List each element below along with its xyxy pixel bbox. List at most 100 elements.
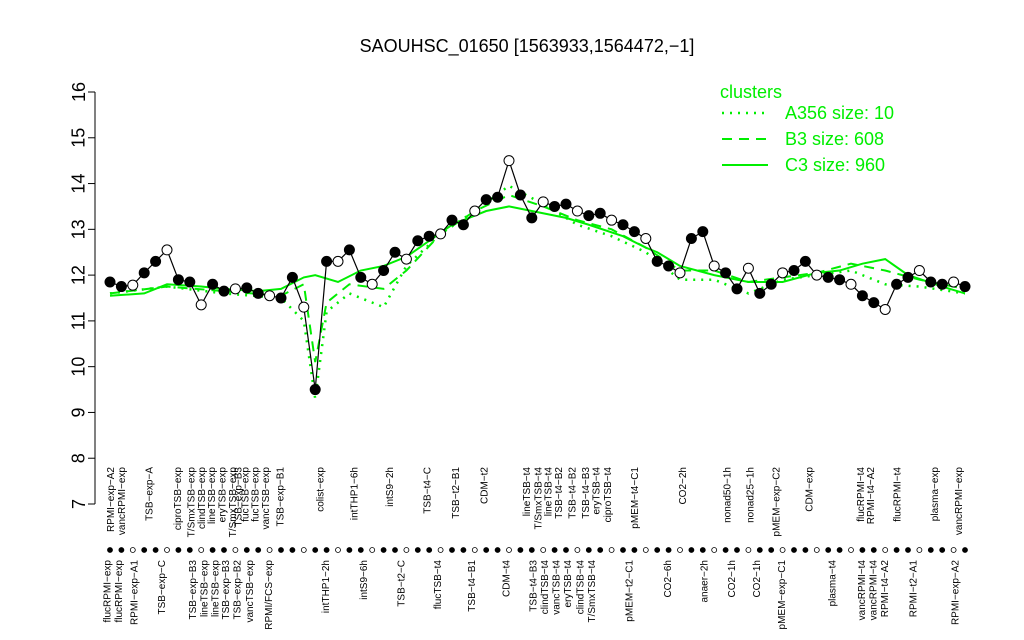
rug-marker bbox=[528, 547, 535, 553]
rug-marker bbox=[232, 547, 239, 553]
y-tick-label: 13 bbox=[69, 219, 89, 239]
x-label-top: TSB−exp−B1 bbox=[276, 467, 287, 527]
rug-marker bbox=[916, 547, 923, 553]
x-label-bottom: plasma−t4 bbox=[827, 560, 838, 607]
data-point bbox=[765, 278, 777, 290]
rug-marker bbox=[825, 547, 832, 553]
y-tick-label: 15 bbox=[69, 128, 89, 148]
rug-marker bbox=[882, 547, 889, 553]
x-label-top: colist−exp bbox=[316, 467, 327, 512]
data-point bbox=[286, 271, 298, 283]
rug-marker bbox=[563, 547, 569, 553]
data-point bbox=[651, 255, 663, 267]
x-label-top: ciproTSB−exp bbox=[173, 467, 184, 531]
data-point bbox=[446, 214, 458, 226]
legend-title: clusters bbox=[720, 82, 782, 102]
x-label-bottom: T/SmxTSB−t4 bbox=[587, 560, 598, 623]
data-point bbox=[879, 303, 891, 315]
data-point bbox=[321, 255, 333, 267]
rug-marker bbox=[756, 547, 763, 553]
data-point bbox=[891, 278, 903, 290]
x-label-bottom: TSB−exp−B2 bbox=[232, 560, 243, 620]
rug-marker bbox=[175, 547, 182, 553]
y-tick-label: 8 bbox=[69, 453, 89, 463]
x-label-top: flucRPMI−t4 bbox=[892, 467, 903, 522]
data-point bbox=[913, 265, 925, 277]
x-label-bottom: vancRPMI−t4 bbox=[868, 560, 879, 621]
data-point bbox=[423, 230, 435, 242]
data-point bbox=[685, 232, 697, 244]
rug-marker bbox=[346, 547, 353, 553]
rug-marker bbox=[426, 547, 433, 553]
data-point bbox=[150, 255, 162, 267]
x-label-bottom: intS9−6h bbox=[359, 560, 370, 600]
rug-marker bbox=[335, 547, 341, 553]
rug-marker bbox=[369, 547, 376, 553]
rug-marker bbox=[289, 547, 296, 553]
x-label-top: RPMI−exp−A2 bbox=[106, 467, 117, 532]
x-label-top: RPMI−t4−A2 bbox=[866, 467, 877, 525]
data-point bbox=[104, 276, 116, 288]
data-point bbox=[549, 200, 561, 212]
x-label-bottom: RPMI−t2−A1 bbox=[908, 560, 919, 618]
legend-entries: A356 size: 10 B3 size: 608 C3 size: 960 bbox=[722, 103, 894, 175]
data-point bbox=[378, 265, 390, 277]
x-label-bottom: RPMI−t4−A2 bbox=[880, 560, 891, 618]
rug-marker bbox=[722, 547, 729, 553]
rug-marker bbox=[152, 547, 159, 553]
rug-marker bbox=[141, 547, 148, 553]
rug-marker bbox=[551, 547, 558, 553]
data-point bbox=[754, 287, 766, 299]
rug-marker bbox=[711, 547, 718, 553]
rug-marker bbox=[494, 547, 501, 553]
data-point bbox=[628, 226, 640, 238]
data-point bbox=[948, 276, 960, 288]
x-label-bottom: lineTSB−exp bbox=[199, 560, 210, 617]
rug-marker bbox=[791, 547, 797, 553]
x-label-bottom: TSB−t2−C bbox=[396, 560, 407, 607]
x-label-bottom: TSB−exp−B3 bbox=[188, 560, 199, 620]
x-label-bottom: eryTSB−t4 bbox=[563, 560, 574, 608]
rug-marker bbox=[414, 547, 421, 553]
data-point bbox=[720, 267, 732, 279]
rug-marker bbox=[471, 547, 478, 553]
rug-marker bbox=[745, 547, 752, 553]
data-point bbox=[366, 278, 378, 290]
x-label-top: vancTSB−exp bbox=[261, 467, 272, 530]
rug-marker bbox=[950, 547, 957, 553]
data-point bbox=[571, 205, 583, 217]
rug-marker bbox=[278, 547, 284, 553]
legend-label: A356 size: 10 bbox=[785, 103, 894, 123]
rug-marker bbox=[768, 547, 775, 553]
data-point bbox=[218, 285, 230, 297]
x-label-bottom: CO2−1h bbox=[727, 560, 738, 598]
data-point bbox=[959, 281, 971, 293]
rug-marker bbox=[905, 547, 911, 553]
x-label-bottom: vancTSB−t4 bbox=[552, 560, 563, 615]
y-axis: 7 8 9 10 11 12 13 14 15 16 bbox=[69, 82, 96, 509]
data-point bbox=[537, 196, 549, 208]
y-tick-label: 9 bbox=[69, 407, 89, 417]
data-point bbox=[229, 283, 241, 295]
data-point bbox=[207, 278, 219, 290]
legend: clusters A356 size: 10 B3 size: 608 C3 siz… bbox=[720, 82, 894, 175]
data-point bbox=[355, 271, 367, 283]
data-point bbox=[435, 228, 447, 240]
x-label-top: TSB−exp−A bbox=[145, 467, 156, 521]
x-label-bottom: flucRPMI−exp bbox=[102, 560, 113, 623]
x-label-top: plasma−exp bbox=[930, 467, 941, 522]
rug-marker bbox=[631, 547, 638, 553]
rug-marker bbox=[585, 547, 592, 553]
rug-marker bbox=[483, 547, 490, 553]
rug-marker bbox=[836, 547, 843, 553]
rug-marker bbox=[209, 547, 216, 553]
x-label-top: lineTSB−t4 bbox=[522, 467, 533, 517]
data-point bbox=[343, 244, 355, 256]
data-point bbox=[389, 246, 401, 258]
data-point bbox=[845, 278, 857, 290]
rug-marker bbox=[255, 547, 262, 553]
rug-marker bbox=[654, 547, 661, 553]
x-label-top: ciproTSB−t4 bbox=[603, 467, 614, 523]
x-label-bottom: RPMI−exp−A1 bbox=[130, 560, 141, 625]
x-label-top: TSB−t4−B2 bbox=[567, 467, 578, 519]
